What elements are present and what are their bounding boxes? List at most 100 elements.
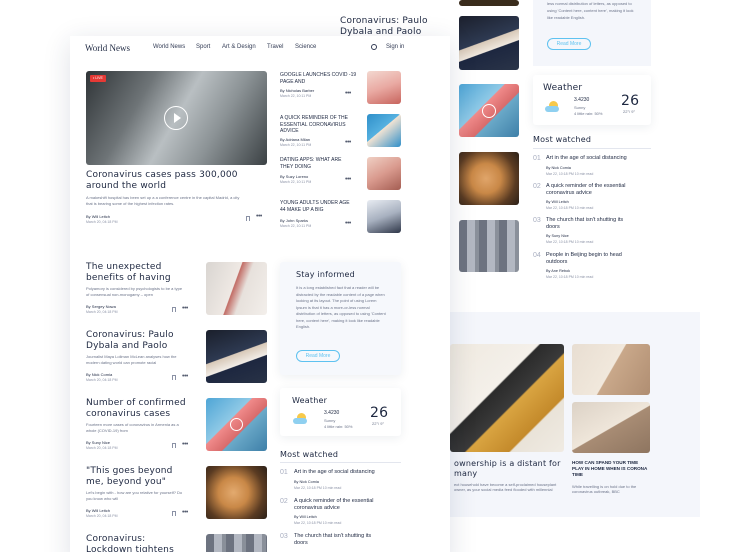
article-title[interactable]: The unexpected benefits of having <box>86 262 186 284</box>
article-title[interactable]: Coronavirus: Lockdown tightens <box>86 534 186 552</box>
bookmark-icon[interactable] <box>172 443 176 448</box>
mw-date: Mar 22, 10:18 PM 10 min read <box>294 486 342 490</box>
mw-by: By Will Leitch <box>294 515 317 519</box>
bg-weather-range: 22°/ 9° <box>623 109 636 114</box>
bg-thumb-soccer-player <box>459 16 519 70</box>
bg-mw-title[interactable]: People in Beijing begin to head outdoors <box>546 252 641 266</box>
side-thumb[interactable] <box>367 200 401 233</box>
side-item-date: March 22, 10:11 PM <box>280 224 312 228</box>
weather-card: Weather 3.4230 Sunny 4 little rain: 50% … <box>280 388 401 436</box>
mw-num: 02 <box>280 498 288 505</box>
article-title[interactable]: Coronavirus: Paulo Dybala and Paolo <box>86 330 186 352</box>
article-date: March 20, 04:18 PM <box>86 310 118 314</box>
bookmark-icon[interactable] <box>172 511 176 516</box>
side-thumb[interactable] <box>367 71 401 104</box>
bookmark-icon[interactable] <box>172 375 176 380</box>
background-page-top: Coronavirus: Paulo Dybala and Paolo <box>240 0 436 40</box>
article-thumb[interactable] <box>206 262 267 315</box>
more-options-icon[interactable]: ••• <box>345 176 351 183</box>
live-badge: • LIVE <box>90 75 106 82</box>
side-thumb[interactable] <box>367 114 401 147</box>
article-thumb-video[interactable] <box>206 398 267 451</box>
article-title[interactable]: Number of confirmed coronavirus cases <box>86 398 186 420</box>
mw-title[interactable]: A quick reminder of the essential corona… <box>294 498 394 512</box>
nav-sport[interactable]: Sport <box>196 44 210 50</box>
mw-title[interactable]: Art in the age of social distancing <box>294 469 399 476</box>
side-item-author: By John Sparks <box>280 218 309 223</box>
article-thumb[interactable] <box>206 466 267 519</box>
sign-in-link[interactable]: Sign in <box>386 44 404 50</box>
mw-title[interactable]: The church that isn't shutting its doors <box>294 533 384 547</box>
article-author: By Sergey Nowa <box>86 304 116 309</box>
bg-mw-date: Mar 22, 10:18 PM 10 min read <box>546 206 594 210</box>
bg-excerpt-2: While travelling is on hold due to the c… <box>572 484 637 494</box>
bookmark-icon[interactable] <box>246 216 250 221</box>
weather-rain: 4 little rain: 50% <box>324 424 353 429</box>
nav-art-design[interactable]: Art & Design <box>222 44 256 50</box>
divider <box>533 148 651 149</box>
bg-mw-title[interactable]: Art in the age of social distancing <box>546 155 646 162</box>
bg-mw-num: 03 <box>533 217 541 224</box>
sun-cloud-icon <box>545 101 561 113</box>
bg-mw-title[interactable]: The church that isn't shutting its doors <box>546 217 636 231</box>
bg-mw-by: By Nick Comia <box>546 166 571 170</box>
site-logo[interactable]: World News <box>85 43 130 53</box>
more-options-icon[interactable]: ••• <box>345 139 351 146</box>
main-page: World News World News Sport Art & Design… <box>70 36 450 552</box>
bg-thumb-0 <box>459 0 519 6</box>
bg-caption-1[interactable]: ownership is a distant for many <box>454 459 566 479</box>
more-options-icon[interactable]: ••• <box>345 220 351 227</box>
side-item-title[interactable]: GOOGLE LAUNCHES COVID -19 PAGE AND <box>280 72 362 85</box>
nav-science[interactable]: Science <box>295 44 316 50</box>
more-options-icon[interactable]: ••• <box>182 509 188 516</box>
bg-stay-card: less normal distribution of letters, as … <box>533 0 651 66</box>
article-thumb[interactable] <box>206 330 267 383</box>
mw-num: 03 <box>280 533 288 540</box>
bg-thumb-family <box>572 344 650 395</box>
article-title[interactable]: "This goes beyond me, beyond you" <box>86 466 186 488</box>
side-item-date: March 22, 10:11 PM <box>280 143 312 147</box>
read-more-button[interactable]: Read More <box>296 350 340 362</box>
weather-range: 22°/ 9° <box>372 421 385 426</box>
hero-image[interactable]: • LIVE <box>86 71 267 165</box>
bg-mw-num: 01 <box>533 155 541 162</box>
bg-weather-condition: Sunny <box>574 105 586 110</box>
play-icon[interactable] <box>482 104 496 118</box>
bg-read-more-button[interactable]: Read More <box>547 38 591 50</box>
nav-world-news[interactable]: World News <box>149 41 185 53</box>
side-item-title[interactable]: YOUNG ADULTS UNDER AGE 44 MAKE UP A BIG <box>280 200 350 213</box>
side-item-author: By Nicholas Barber <box>280 88 315 93</box>
more-options-icon[interactable]: ••• <box>256 213 262 220</box>
top-nav: World News World News Sport Art & Design… <box>70 36 450 60</box>
more-options-icon[interactable]: ••• <box>182 305 188 312</box>
bg-weather-value: 3.4230 <box>574 97 590 103</box>
bg-caption-2[interactable]: HOW CAN SPAND YOUR TIME PLAY IN HOME WHE… <box>572 460 650 478</box>
side-thumb[interactable] <box>367 157 401 190</box>
bg-mw-date: Mar 22, 10:18 PM 10 min read <box>546 275 594 279</box>
screen: Coronavirus: Paulo Dybala and Paolo less… <box>0 0 736 552</box>
bg-mw-title[interactable]: A quick reminder of the essential corona… <box>546 183 646 197</box>
hero-title[interactable]: Coronavirus cases pass 300,000 around th… <box>86 170 266 192</box>
side-item-author: By Suzy Loreno <box>280 174 309 179</box>
bg-mw-by: By Ane Rebok <box>546 269 571 273</box>
weather-title: Weather <box>292 396 328 405</box>
nav-travel[interactable]: Travel <box>267 44 283 50</box>
article-thumb[interactable] <box>206 534 267 552</box>
side-item-date: March 22, 10:11 PM <box>280 94 312 98</box>
hero-author: By Will Leitch <box>86 214 111 219</box>
search-icon[interactable] <box>371 44 377 50</box>
bg-mw-by: By Suny Nice <box>546 234 569 238</box>
stay-informed-title: Stay informed <box>296 270 355 279</box>
play-icon[interactable] <box>230 418 243 431</box>
play-icon[interactable] <box>164 106 188 130</box>
more-options-icon[interactable]: ••• <box>345 90 351 97</box>
more-options-icon[interactable]: ••• <box>182 373 188 380</box>
bookmark-icon[interactable] <box>172 307 176 312</box>
article-author: By Nick Comia <box>86 372 113 377</box>
hero-date: March 20, 04:18 PM <box>86 220 118 224</box>
side-item-title[interactable]: DATING APPS: WHAT ARE THEY DOING <box>280 157 350 170</box>
bg-mw-date: Mar 22, 10:18 PM 10 min read <box>546 172 594 176</box>
side-item-title[interactable]: A QUICK REMINDER OF THE ESSENTIAL CORONA… <box>280 115 355 135</box>
more-options-icon[interactable]: ••• <box>182 441 188 448</box>
bg-mw-date: Mar 22, 10:18 PM 10 min read <box>546 240 594 244</box>
